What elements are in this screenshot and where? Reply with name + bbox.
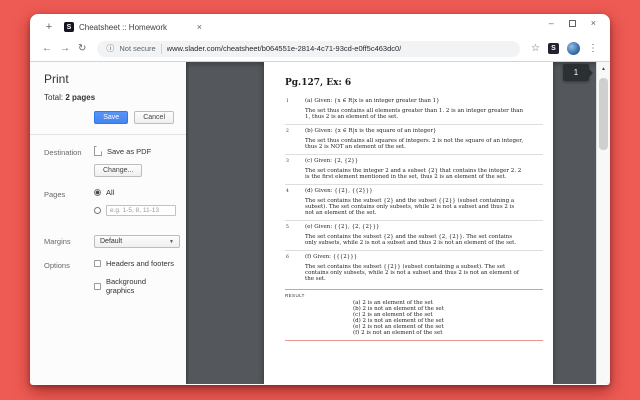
background-graphics-checkbox[interactable] xyxy=(94,282,101,290)
preview-scrollbar[interactable]: ▲ xyxy=(596,62,610,384)
browser-window: + S Cheatsheet :: Homework × – × ← → ↻ ⓘ… xyxy=(30,14,610,385)
tab-title: Cheatsheet :: Homework xyxy=(79,22,168,32)
document-title: Pg.127, Ex: 6 xyxy=(285,78,352,88)
pages-all-label: All xyxy=(106,188,115,197)
background-graphics-option[interactable]: Background graphics xyxy=(94,277,174,295)
info-icon[interactable]: ⓘ xyxy=(106,43,114,54)
destination-row: Destination Save as PDF Change... xyxy=(30,135,186,177)
item-number: 4 xyxy=(286,189,289,194)
result-list: (a) 2 is an element of the set (b) 2 is … xyxy=(353,300,543,336)
print-dialog: Print Total: 2 pages Save Cancel Destina… xyxy=(30,62,186,384)
headers-footers-label: Headers and footers xyxy=(106,259,174,268)
pages-row: Pages All xyxy=(30,177,186,224)
item-number: 3 xyxy=(286,159,289,164)
exercise-item: 3 (c) Given: {2, {2}} The set contains t… xyxy=(285,154,543,184)
new-tab-button[interactable]: + xyxy=(42,21,56,33)
total-pages: Total: 2 pages xyxy=(44,93,174,102)
margins-value: Default xyxy=(100,238,123,245)
item-explanation: The set contains the integer 2 and a sub… xyxy=(305,168,522,180)
item-given: (b) Given: {x ∈ R|x is the square of an … xyxy=(305,128,437,134)
content-area: Print Total: 2 pages Save Cancel Destina… xyxy=(30,62,610,384)
item-number: 5 xyxy=(286,225,289,230)
destination-label: Destination xyxy=(44,148,82,157)
item-given: (f) Given: {{{2}}} xyxy=(305,254,358,260)
minimize-icon[interactable]: – xyxy=(549,19,554,28)
dialog-buttons: Save Cancel xyxy=(44,111,174,124)
result-divider-top xyxy=(285,289,543,290)
item-explanation: The set contains the subset {2} and the … xyxy=(305,198,515,216)
item-given: (a) Given: {x ∈ R|x is an integer greate… xyxy=(305,98,440,104)
scroll-up-icon[interactable]: ▲ xyxy=(597,62,610,72)
result-line: (f) 2 is not an element of the set xyxy=(353,330,443,336)
reload-icon[interactable]: ↻ xyxy=(78,43,86,54)
exercise-item: 1 (a) Given: {x ∈ R|x is an integer grea… xyxy=(285,95,543,124)
destination-value: Save as PDF xyxy=(94,146,174,156)
total-label: Total: xyxy=(44,93,64,102)
cancel-button[interactable]: Cancel xyxy=(134,111,174,124)
browser-tab[interactable]: S Cheatsheet :: Homework × xyxy=(64,22,204,32)
item-number: 6 xyxy=(286,255,289,260)
window-controls: – × xyxy=(549,19,596,28)
url-text[interactable]: www.slader.com/cheatsheet/b064551e-2814-… xyxy=(167,44,402,53)
page-number-badge: 1 xyxy=(563,64,593,81)
headers-footers-checkbox[interactable] xyxy=(94,260,101,267)
change-destination-button[interactable]: Change... xyxy=(94,164,143,177)
document-page: Pg.127, Ex: 6 1 (a) Given: {x ∈ R|x is a… xyxy=(264,62,553,384)
radio-custom-icon[interactable] xyxy=(94,207,101,214)
total-value: 2 pages xyxy=(65,93,96,102)
print-title: Print xyxy=(44,72,69,86)
tab-strip: + S Cheatsheet :: Homework × – × xyxy=(30,14,610,36)
pages-label: Pages xyxy=(44,190,66,199)
print-dialog-header: Print Total: 2 pages Save Cancel xyxy=(30,62,186,124)
result-divider-bottom xyxy=(285,340,543,341)
item-given: (e) Given: {{2}, {2, {2}}} xyxy=(305,224,380,230)
background-graphics-label: Background graphics xyxy=(106,277,147,295)
profile-avatar[interactable] xyxy=(567,42,580,55)
margins-row: Margins Default ▼ xyxy=(30,224,186,248)
result-label: RESULT xyxy=(285,293,305,298)
item-explanation: The set contains the subset {2} and the … xyxy=(305,234,517,246)
item-explanation: The set thus contains all squares of int… xyxy=(305,138,524,150)
slader-favicon-icon: S xyxy=(64,22,74,32)
window-close-icon[interactable]: × xyxy=(591,19,596,28)
chevron-down-icon: ▼ xyxy=(169,238,174,245)
pages-all-option[interactable]: All xyxy=(94,188,176,197)
item-given: (d) Given: {{2}, {{2}}} xyxy=(305,188,373,194)
page-range-input[interactable] xyxy=(106,205,176,216)
item-explanation: The set contains the subset {{2}} (subse… xyxy=(305,264,519,282)
exercise-item: 6 (f) Given: {{{2}}} The set contains th… xyxy=(285,250,543,286)
margins-label: Margins xyxy=(44,237,71,246)
tab-close-icon[interactable]: × xyxy=(195,22,204,32)
back-icon[interactable]: ← xyxy=(42,43,52,54)
item-explanation: The set thus contains all elements great… xyxy=(305,108,524,120)
bookmark-star-icon[interactable]: ☆ xyxy=(531,43,540,54)
item-given: (c) Given: {2, {2}} xyxy=(305,158,359,164)
security-label: Not secure xyxy=(119,44,156,53)
print-preview-area: Pg.127, Ex: 6 1 (a) Given: {x ∈ R|x is a… xyxy=(186,62,610,384)
forward-icon[interactable]: → xyxy=(60,43,70,54)
maximize-icon[interactable] xyxy=(568,20,576,27)
radio-all-icon[interactable] xyxy=(94,189,101,196)
browser-menu-icon[interactable]: ⋮ xyxy=(588,43,598,54)
pages-custom-option[interactable] xyxy=(94,205,176,216)
url-divider xyxy=(160,43,162,54)
destination-text: Save as PDF xyxy=(107,146,152,156)
scrollbar-thumb[interactable] xyxy=(599,78,608,150)
exercise-item: 2 (b) Given: {x ∈ R|x is the square of a… xyxy=(285,124,543,154)
item-number: 1 xyxy=(286,99,289,104)
exercise-item: 4 (d) Given: {{2}, {{2}}} The set contai… xyxy=(285,184,543,220)
extension-icon[interactable]: S xyxy=(548,43,559,54)
headers-footers-option[interactable]: Headers and footers xyxy=(94,259,174,268)
margins-select[interactable]: Default ▼ xyxy=(94,235,180,248)
browser-toolbar: ← → ↻ ⓘ Not secure www.slader.com/cheats… xyxy=(30,36,610,62)
options-row: Options Headers and footers Background g… xyxy=(30,248,186,304)
save-button[interactable]: Save xyxy=(94,111,129,124)
exercise-item: 5 (e) Given: {{2}, {2, {2}}} The set con… xyxy=(285,220,543,250)
options-label: Options xyxy=(44,261,70,270)
item-number: 2 xyxy=(286,129,289,134)
address-bar[interactable]: ⓘ Not secure www.slader.com/cheatsheet/b… xyxy=(97,40,521,57)
pdf-page-icon xyxy=(94,146,102,156)
